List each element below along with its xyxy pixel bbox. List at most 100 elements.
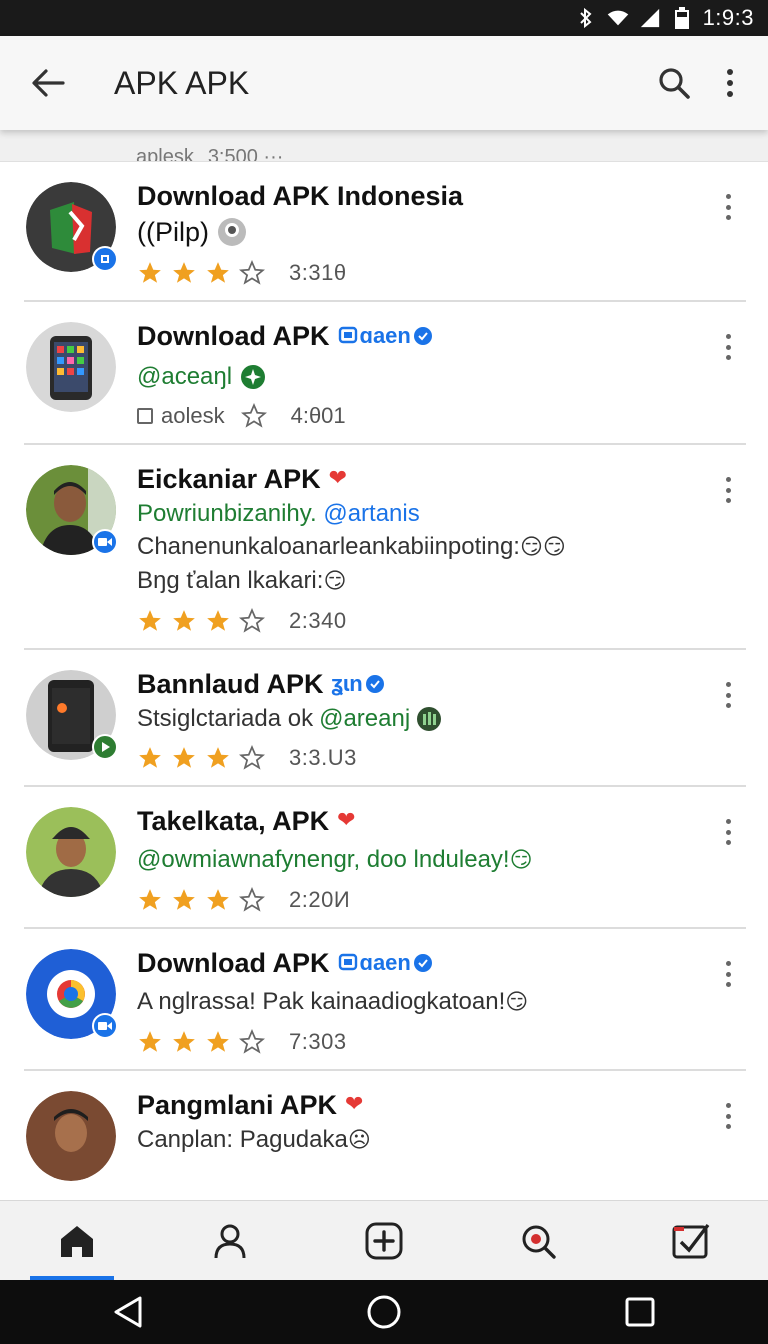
nav-tasks[interactable] [614, 1201, 768, 1280]
item-tagline: @owmiawnafynengr, doo lnduleay!😏 [137, 846, 533, 873]
nav-add[interactable] [307, 1201, 461, 1280]
item-description-2: Bŋg ťalan lkakari:😏 [137, 567, 347, 594]
meta-label: aolesk [161, 403, 225, 428]
item-more-button[interactable] [718, 475, 738, 505]
nav-profile[interactable] [154, 1201, 308, 1280]
more-options-button[interactable] [702, 55, 758, 111]
search-button[interactable] [646, 55, 702, 111]
video-badge-icon [92, 529, 118, 555]
item-description: Canplan: Pagudaka☹ [137, 1126, 371, 1153]
rating-count: 4:θ01 [290, 403, 346, 428]
verified-tag: ɑaen [338, 318, 433, 354]
recents-square-icon [625, 1297, 655, 1327]
item-more-button[interactable] [718, 959, 738, 989]
star-filled-icon [139, 889, 161, 910]
item-more-button[interactable] [718, 192, 738, 222]
heart-icon: ❤ [345, 1092, 364, 1117]
avatar [26, 182, 118, 272]
rating-count: 2:340 [289, 608, 347, 633]
emoji-icon: 😏 [323, 569, 347, 594]
system-back-button[interactable] [98, 1282, 158, 1342]
rating-count: 3:31θ [289, 260, 347, 285]
user-face-icon [218, 218, 246, 246]
avatar [26, 670, 118, 760]
star-filled-icon [207, 747, 229, 768]
item-description: A nglrassa! Pak kainaadiogkatoan!😏 [137, 988, 529, 1015]
item-title: Download APK ɑaen [137, 318, 746, 354]
item-subtitle: ((Pilp) [137, 214, 746, 250]
list-item[interactable]: Takelkata, APK ❤ @owmiawnafynengr, doo l… [24, 787, 746, 929]
group-badge-icon [417, 706, 442, 731]
list-item[interactable]: Download APK ɑaen A nglrassa! Pak kainaa… [24, 929, 746, 1071]
peek-row: aplesk 3:500 ··· [0, 130, 768, 162]
system-home-button[interactable] [354, 1282, 414, 1342]
home-icon [60, 1225, 93, 1257]
item-description: Stsiglctariada ok @areanj [137, 702, 746, 735]
item-title: Takelkata, APK ❤ [137, 803, 746, 839]
chat-icon [338, 953, 357, 971]
star-filled-icon [139, 262, 161, 283]
nav-search[interactable] [461, 1201, 615, 1280]
verified-icon [413, 327, 432, 345]
rating-row: 2:340 [137, 608, 746, 634]
checkbox-icon [672, 1223, 710, 1258]
star-filled-icon [207, 262, 229, 283]
nav-home[interactable] [0, 1201, 154, 1280]
item-title: Pangmlani APK ❤ [137, 1087, 746, 1123]
rating-count: 2:20И [289, 887, 351, 912]
rating-count: 3:3.U3 [289, 745, 357, 770]
rating-row: 7:303 [137, 1029, 746, 1055]
search-location-icon [522, 1225, 556, 1259]
list-item[interactable]: Download APK ɑaen @aceaŋl aolesk 4:θ01 [24, 302, 746, 445]
avatar [26, 465, 118, 555]
avatar [26, 807, 116, 897]
play-badge-icon [92, 734, 118, 760]
list-item[interactable]: Bannlaud APK ʓɩn Stsiglctariada ok @area… [24, 650, 746, 787]
status-bar: 1:9:3 [0, 0, 768, 36]
back-triangle-icon [114, 1296, 142, 1328]
emoji-icon: 😏 [505, 990, 529, 1015]
avatar [26, 949, 118, 1039]
chat-icon [338, 326, 357, 344]
profile-icon [214, 1224, 246, 1258]
sparkle-badge-icon [241, 364, 266, 389]
peek-count: 3:500 ··· [207, 146, 284, 162]
video-badge-icon [92, 1013, 118, 1039]
item-more-button[interactable] [718, 332, 738, 362]
verified-badge-icon [92, 246, 118, 272]
app-bar: APK APK [0, 36, 768, 130]
star-filled-icon [139, 747, 161, 768]
star-filled-icon [207, 610, 229, 631]
apk-list[interactable]: aplesk 3:500 ··· Download APK Indonesia … [0, 130, 768, 1200]
star-filled-icon [139, 1031, 161, 1052]
verified-icon [365, 675, 384, 693]
star-outline-icon [239, 745, 265, 770]
verified-tag: ɑaen [338, 945, 433, 981]
item-more-button[interactable] [718, 680, 738, 710]
list-item[interactable]: Eickaniar APK ❤ Powriunbizanihy. @artani… [24, 445, 746, 650]
avatar [26, 1091, 116, 1181]
item-title: Eickaniar APK ❤ [137, 461, 746, 497]
item-more-button[interactable] [718, 1101, 738, 1131]
home-circle-icon [367, 1295, 401, 1329]
system-recents-button[interactable] [610, 1282, 670, 1342]
star-filled-icon [173, 610, 195, 631]
heart-icon: ❤ [328, 466, 348, 491]
star-filled-icon [207, 1031, 229, 1052]
wifi-icon [607, 7, 629, 29]
item-title: Download APK ɑaen [137, 945, 746, 981]
back-button[interactable] [18, 53, 78, 113]
star-outline-icon [239, 1029, 265, 1054]
item-more-button[interactable] [718, 817, 738, 847]
rating-row: 3:31θ [137, 260, 746, 286]
list-item[interactable]: Download APK Indonesia ((Pilp) 3:31θ [24, 162, 746, 302]
heart-icon: ❤ [337, 808, 356, 833]
arrow-left-icon [32, 69, 65, 97]
person-photo-icon [26, 1091, 116, 1181]
star-filled-icon [207, 889, 229, 910]
list-item[interactable]: Pangmlani APK ❤ Canplan: Pagudaka☹ [24, 1071, 746, 1181]
signal-icon [639, 7, 661, 29]
emoji-icon: 😏😏 [519, 535, 566, 560]
system-navigation [0, 1280, 768, 1344]
rating-row: 3:3.U3 [137, 745, 746, 771]
